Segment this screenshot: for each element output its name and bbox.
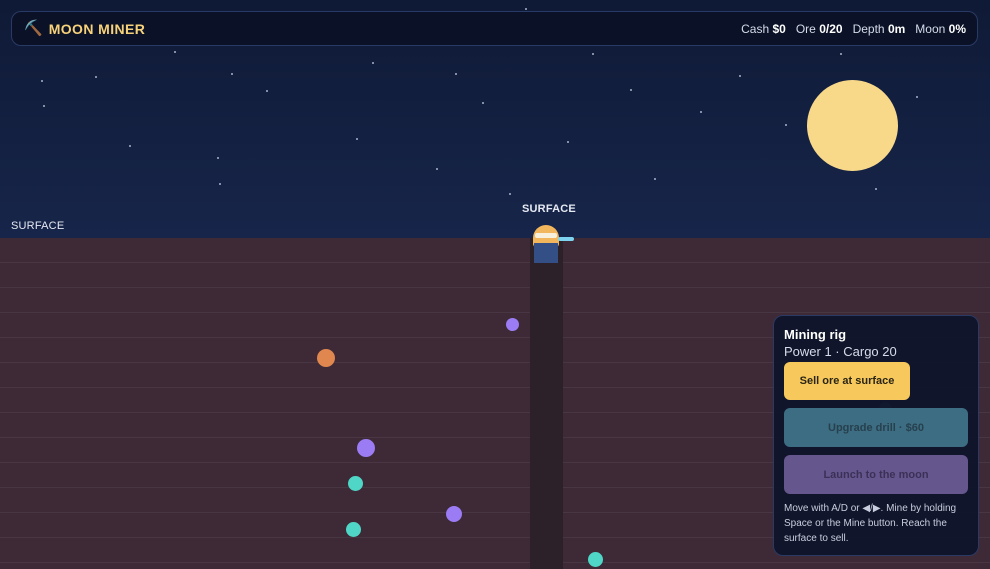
game-title: MOON MINER bbox=[48, 20, 146, 37]
ore-nugget bbox=[446, 506, 462, 522]
star bbox=[785, 124, 787, 126]
star bbox=[41, 80, 43, 82]
star bbox=[700, 111, 702, 113]
star bbox=[217, 157, 219, 159]
star bbox=[266, 90, 268, 92]
star bbox=[174, 51, 176, 53]
star bbox=[525, 8, 527, 10]
stat-moon: Moon 0% bbox=[915, 21, 966, 36]
star bbox=[436, 168, 438, 170]
drill-icon bbox=[558, 237, 574, 241]
controls-help: Move with A/D or ◀/▶. Mine by holding Sp… bbox=[784, 503, 957, 544]
miner-character bbox=[532, 224, 576, 264]
star bbox=[95, 76, 97, 78]
star bbox=[739, 75, 741, 77]
ore-nugget bbox=[346, 522, 361, 537]
panel-subtitle: Power 1 · Cargo 20 bbox=[784, 344, 897, 359]
star bbox=[129, 145, 131, 147]
star bbox=[509, 193, 511, 195]
launch-moon-button[interactable]: Launch to the moon bbox=[784, 455, 968, 494]
stat-ore: Ore 0/20 bbox=[795, 21, 843, 36]
surface-marker-center: SURFACE bbox=[522, 203, 576, 215]
star bbox=[875, 188, 877, 190]
brand: ⛏️ MOON MINER bbox=[24, 21, 145, 37]
panel-title: Mining rig bbox=[784, 327, 847, 342]
miner-body bbox=[534, 243, 558, 263]
mine-shaft bbox=[530, 238, 563, 569]
star bbox=[43, 105, 45, 107]
star bbox=[482, 102, 484, 104]
surface-marker-left: SURFACE bbox=[11, 220, 65, 232]
moon bbox=[807, 80, 898, 171]
star bbox=[372, 62, 374, 64]
star bbox=[567, 141, 569, 143]
stat-depth: Depth 0m bbox=[852, 21, 906, 36]
star bbox=[231, 73, 233, 75]
ore-nugget bbox=[348, 476, 363, 491]
upgrade-drill-button[interactable]: Upgrade drill · $60 bbox=[784, 408, 968, 447]
star bbox=[356, 138, 358, 140]
pickaxe-icon: ⛏️ bbox=[24, 20, 43, 37]
star bbox=[654, 178, 656, 180]
sell-ore-button[interactable]: Sell ore at surface bbox=[784, 362, 910, 400]
mining-rig-panel: Mining rig Power 1 · Cargo 20 Sell ore a… bbox=[773, 315, 979, 556]
star bbox=[455, 73, 457, 75]
stats-bar: Cash $0 Ore 0/20 Depth 0m Moon 0% bbox=[741, 22, 966, 36]
star bbox=[592, 53, 594, 55]
ore-nugget bbox=[588, 552, 603, 567]
ore-nugget bbox=[506, 318, 519, 331]
top-bar: ⛏️ MOON MINER Cash $0 Ore 0/20 Depth 0m … bbox=[11, 11, 978, 46]
star bbox=[840, 53, 842, 55]
star bbox=[916, 96, 918, 98]
stat-cash: Cash $0 bbox=[741, 21, 786, 36]
ore-nugget bbox=[317, 349, 335, 367]
star bbox=[219, 183, 221, 185]
miner-visor bbox=[535, 233, 557, 238]
star bbox=[630, 89, 632, 91]
ore-nugget bbox=[357, 439, 375, 457]
